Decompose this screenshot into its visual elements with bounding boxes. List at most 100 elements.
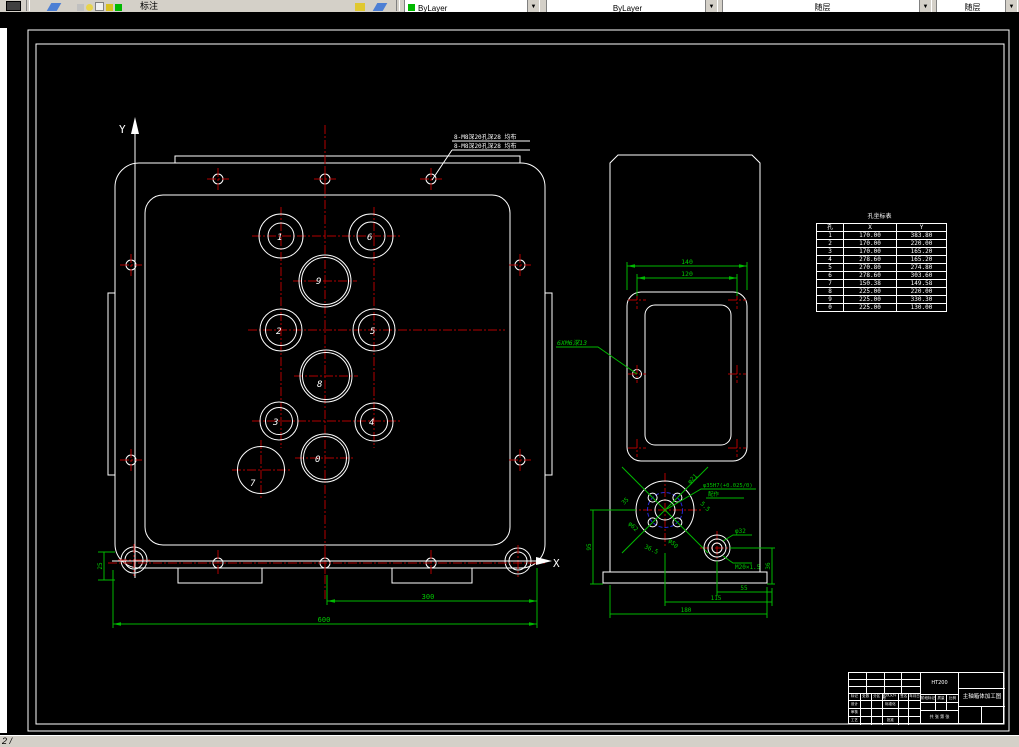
plotstyle-combobox-value: 随层 (964, 3, 981, 12)
coord-header: Y (896, 223, 947, 232)
layers-icon[interactable] (46, 0, 62, 11)
dim-140: 140 (681, 258, 693, 266)
hole-number: 3 (272, 418, 278, 428)
dim-95: 95 (586, 543, 593, 551)
dim-25: 25 (97, 562, 104, 570)
hole-number: 2 (276, 327, 281, 337)
lineweight-combobox-value: 随层 (814, 3, 831, 12)
ang-dim: φ62 (627, 520, 640, 533)
layout-tabs-bar[interactable]: 2 / (0, 735, 1019, 747)
sheet-border-outer (27, 29, 1010, 732)
hole-coordinate-table: 孔坐标表 孔 X Y 1 170.00 383.80 2 170.00 220.00 3… (816, 211, 947, 312)
current-layer-label: 标注 (140, 1, 159, 11)
plotstyle-combobox[interactable]: 随层 ▼ (936, 0, 1018, 12)
layer-lock-icon[interactable] (94, 2, 104, 11)
layer-plot-icon[interactable] (105, 4, 113, 11)
threaded-hole: φ32 M20×1.5 (703, 528, 761, 571)
color-swatch-icon (408, 4, 415, 11)
plate-inner-face (144, 194, 511, 546)
layer-color-swatch[interactable] (114, 4, 122, 11)
dim-115: 115 (711, 595, 722, 602)
dim-120: 120 (681, 270, 693, 278)
title-block: 标记 处数 分区 更改文件号 签名 年月日 设计 标准化 审核 工艺 批准 HT… (848, 672, 1005, 725)
side-view: φ35H7(+0.025/0) 配作 φ21 35 φ62 36.5 φ50 5… (556, 154, 775, 618)
edge-bolt-holes (120, 173, 532, 575)
sheet-count-label: 共 张 第 张 (929, 714, 950, 719)
dim-180: 180 (681, 607, 692, 614)
hole-number: 6 (367, 233, 372, 243)
layer-state-icons[interactable] (70, 0, 130, 11)
side-base (602, 571, 768, 584)
table-row: 5 270.80 274.80 (816, 263, 947, 272)
color-combobox[interactable]: ByLayer ▼ (404, 0, 540, 12)
hole-number: 5 (370, 327, 375, 337)
ang-dim: 36.5 (643, 543, 659, 556)
thread-label: M20×1.5 (735, 564, 761, 571)
linetype-combobox-value: ByLayer (612, 4, 643, 12)
m6-callout: 6XM6深13 (556, 339, 638, 375)
table-row: 8 225.00 220.00 (816, 287, 947, 296)
centerlines (108, 125, 545, 600)
layer-on-icon[interactable] (76, 4, 84, 11)
bore-callout: 配作 (708, 490, 720, 498)
dim-36: 36 (765, 562, 772, 570)
plate-right-tab (545, 292, 553, 476)
table-row: 4 278.60 165.20 (816, 255, 947, 264)
chevron-down-icon[interactable]: ▼ (919, 0, 931, 12)
cad-drawing[interactable]: 1 6 9 2 5 8 3 4 0 7 8-M8深20孔深28 均布 8-M8深… (0, 12, 1019, 735)
color-combobox-value: ByLayer (418, 4, 448, 12)
dia-label: φ32 (735, 528, 746, 535)
hole-number: 7 (250, 479, 256, 489)
y-axis-label: Y (119, 123, 126, 136)
coord-header: 孔 (816, 223, 844, 232)
ang-dim: φ21 (686, 473, 699, 486)
drawing-canvas[interactable]: 1 6 9 2 5 8 3 4 0 7 8-M8深20孔深28 均布 8-M8深… (0, 12, 1019, 735)
lineweight-combobox[interactable]: 随层 ▼ (722, 0, 932, 12)
ang-dim: φ50 (667, 537, 680, 550)
ucs-axes: Y X (112, 117, 560, 578)
callout-text: 8-M8深20孔深28 均布 (454, 133, 517, 141)
table-row: 2 170.00 220.00 (816, 239, 947, 248)
layer-previous-icon[interactable] (372, 0, 388, 11)
hole-number: 0 (315, 455, 320, 465)
table-row: 0 225.00 130.00 (816, 303, 947, 312)
spindle-bore: φ35H7(+0.025/0) 配作 φ21 35 φ62 36.5 φ50 5… (620, 466, 756, 556)
title-block-middle: HT200 阶段标记 质量 比例 共 张 第 张 (921, 673, 959, 723)
toolbar: 标注 ByLayer ▼ ByLayer ▼ 随层 ▼ 随层 ▼ (0, 0, 1019, 12)
hole-number: 1 (277, 233, 282, 243)
y-axis-arrow (131, 117, 139, 134)
dim-600: 600 (318, 616, 331, 624)
x-axis-label: X (553, 557, 560, 570)
layout-tab-label[interactable]: 2 / (2, 736, 12, 746)
hole-number: 4 (369, 418, 374, 428)
callout-text: 6XM6深13 (557, 339, 587, 347)
hole-number: 9 (316, 277, 321, 287)
x-axis-arrow (536, 557, 552, 565)
chevron-down-icon[interactable]: ▼ (1005, 0, 1017, 12)
table-row: 1 170.00 383.80 (816, 231, 947, 240)
chevron-down-icon[interactable]: ▼ (527, 0, 539, 12)
side-outline (609, 154, 761, 573)
app-window-icon[interactable] (5, 0, 21, 11)
dim-55: 55 (740, 585, 748, 592)
dim-300: 300 (422, 593, 435, 601)
coord-table-title: 孔坐标表 (867, 213, 892, 220)
coord-header: X (843, 223, 897, 232)
ang-dim: 35 (620, 496, 630, 506)
hole-number: 8 (317, 380, 322, 390)
make-layer-current-icon[interactable] (352, 0, 368, 11)
front-view: 1 6 9 2 5 8 3 4 0 7 8-M8深20孔深28 均布 8-M8深… (97, 117, 560, 628)
plate-left-tab (107, 292, 115, 476)
linetype-combobox[interactable]: ByLayer ▼ (546, 0, 718, 12)
table-row: 6 278.60 303.60 (816, 271, 947, 280)
bore-callout: φ35H7(+0.025/0) (703, 483, 753, 489)
callout-text: 8-M8深20孔深28 均布 (454, 142, 517, 150)
toolbar-separator (26, 0, 30, 11)
table-row: 9 225.00 330.30 (816, 295, 947, 304)
drawing-title: 主轴箱体加工图 (962, 693, 1002, 700)
material-label: HT200 (931, 680, 948, 686)
side-centerlines (628, 291, 746, 565)
layer-freeze-icon[interactable] (85, 4, 93, 11)
chevron-down-icon[interactable]: ▼ (705, 0, 717, 12)
plate-top-tab (174, 155, 521, 163)
